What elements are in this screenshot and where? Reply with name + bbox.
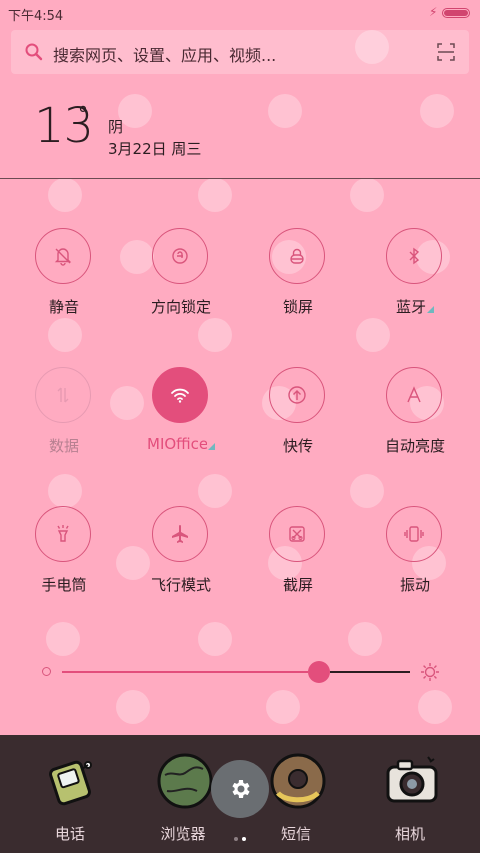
weather-condition: 阴 [108, 118, 124, 136]
toggle-share-transfer[interactable]: 快传 [238, 367, 358, 477]
brightness-max-icon [421, 663, 439, 681]
toggle-label-text: 数据 [48, 437, 79, 455]
page-dot [242, 837, 246, 841]
camera-app-icon [386, 756, 438, 803]
dock-label-messages: 短信 [280, 825, 311, 843]
dock-label-camera: 相机 [394, 825, 425, 843]
dock-app-phone[interactable]: 电话 [20, 735, 120, 853]
toggle-label: 手电筒 [4, 574, 124, 595]
mobile-data-icon [57, 387, 69, 403]
search-icon [25, 43, 43, 61]
page-indicator [234, 826, 250, 845]
weather-date: 3月22日 周三 [108, 140, 202, 158]
weather-degree: ° [78, 102, 88, 126]
toggle-label-text: 蓝牙 [395, 298, 426, 316]
toggle-label: MIOffice [121, 435, 241, 453]
toggle-label-text: 截屏 [282, 576, 313, 594]
bell-mute-icon [54, 248, 72, 266]
more-options-indicator [208, 443, 215, 450]
toggle-button[interactable] [386, 228, 442, 284]
toggle-label-text: 自动亮度 [384, 437, 445, 455]
share-transfer-icon [288, 386, 306, 404]
toggle-button[interactable] [152, 228, 208, 284]
toggle-auto-brightness[interactable]: 自动亮度 [355, 367, 475, 477]
toggle-button[interactable] [269, 228, 325, 284]
toggle-button[interactable] [35, 506, 91, 562]
search-bar[interactable]: 搜索网页、设置、应用、视频... [11, 30, 469, 74]
dock-label-browser: 浏览器 [160, 825, 206, 843]
page-dot [234, 837, 238, 841]
browser-app-icon [157, 753, 213, 809]
toggle-lock[interactable]: 锁屏 [238, 228, 358, 338]
messages-app-icon [270, 753, 326, 809]
toggle-label-text: 静音 [48, 298, 79, 316]
status-time: 下午4:54 [8, 9, 64, 24]
toggle-button[interactable] [269, 367, 325, 423]
toggle-label: 方向锁定 [121, 296, 241, 317]
settings-button[interactable] [211, 760, 269, 818]
toggle-label: 锁屏 [238, 296, 358, 317]
more-options-indicator [427, 306, 434, 313]
toggle-airplane[interactable]: 飞行模式 [121, 506, 241, 616]
toggle-button[interactable] [152, 506, 208, 562]
toggle-mobile-data[interactable]: 数据 [4, 367, 124, 477]
brightness-min-icon [42, 667, 51, 676]
dock-app-camera[interactable]: 相机 [360, 735, 460, 853]
status-bar: 下午4:54 ⚡ [0, 0, 480, 26]
toggle-label: 自动亮度 [355, 435, 475, 456]
brightness-track-filled [62, 671, 308, 673]
toggle-label-text: 飞行模式 [150, 576, 211, 594]
brightness-thumb[interactable] [308, 661, 330, 683]
toggle-label: 飞行模式 [121, 574, 241, 595]
toggle-button[interactable] [269, 506, 325, 562]
flashlight-icon [57, 525, 69, 542]
toggle-flashlight[interactable]: 手电筒 [4, 506, 124, 616]
bluetooth-icon [409, 247, 420, 265]
wifi-icon [171, 388, 189, 403]
toggle-label: 数据 [4, 435, 124, 456]
toggle-button[interactable] [35, 228, 91, 284]
phone-app-icon [49, 760, 92, 806]
toggle-label: 蓝牙 [355, 296, 475, 317]
toggle-label: 快传 [238, 435, 358, 456]
toggle-button[interactable] [152, 367, 208, 423]
toggle-label-text: 方向锁定 [150, 298, 211, 316]
auto-brightness-icon [407, 386, 421, 403]
airplane-icon [172, 525, 188, 543]
rotation-lock-icon [172, 248, 188, 264]
toggle-rotation-lock[interactable]: 方向锁定 [121, 228, 241, 338]
vibrate-icon [404, 526, 424, 542]
toggle-button[interactable] [386, 506, 442, 562]
charging-icon: ⚡ [429, 5, 438, 19]
toggle-button[interactable] [35, 367, 91, 423]
screenshot-icon [289, 526, 305, 542]
toggle-label: 静音 [4, 296, 124, 317]
toggle-label-text: 快传 [282, 437, 313, 455]
toggle-wifi[interactable]: MIOffice [121, 367, 241, 477]
toggle-label: 截屏 [238, 574, 358, 595]
toggle-bell-mute[interactable]: 静音 [4, 228, 124, 338]
brightness-slider[interactable] [0, 652, 480, 692]
gear-icon [232, 780, 250, 798]
toggle-label-text: 手电筒 [41, 576, 87, 594]
scan-icon[interactable] [437, 43, 455, 61]
toggle-label: 振动 [355, 574, 475, 595]
battery-icon [442, 8, 470, 18]
weather-widget[interactable]: 13 ° 阴 3月22日 周三 [0, 80, 480, 179]
lock-icon [290, 248, 304, 264]
toggle-button[interactable] [386, 367, 442, 423]
toggle-vibrate[interactable]: 振动 [355, 506, 475, 616]
dock-label-phone: 电话 [54, 825, 85, 843]
brightness-track-empty [330, 671, 410, 673]
toggle-screenshot[interactable]: 截屏 [238, 506, 358, 616]
toggle-bluetooth[interactable]: 蓝牙 [355, 228, 475, 338]
toggle-label-text: 锁屏 [282, 298, 313, 316]
toggle-label-text: 振动 [399, 576, 430, 594]
search-placeholder[interactable]: 搜索网页、设置、应用、视频... [53, 42, 276, 66]
toggle-label-text: MIOffice [147, 435, 207, 453]
